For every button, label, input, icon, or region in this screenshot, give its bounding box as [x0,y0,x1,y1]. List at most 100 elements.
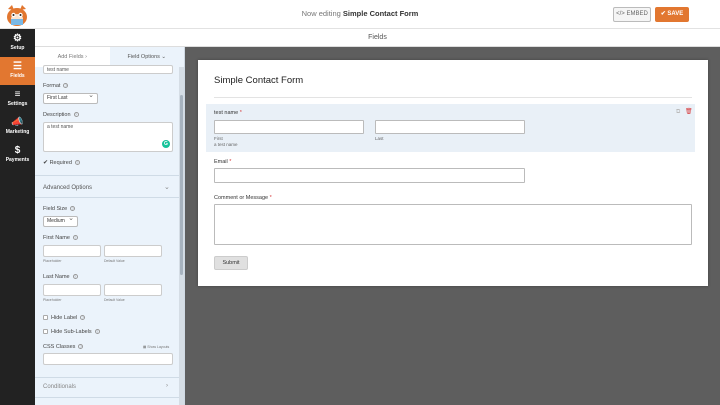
field-options-panel: Add Fields › Field Options ⌄ test name F… [35,47,185,405]
save-button[interactable]: ✔ SAVE [655,7,689,22]
hide-sublabels-text: Hide Sub-Labels [51,329,92,335]
divider [35,377,184,378]
megaphone-icon: 📣 [11,117,24,128]
save-label: SAVE [667,11,684,17]
embed-button[interactable]: </> EMBED [613,7,651,22]
required-mark: * [239,110,242,116]
advanced-options-toggle[interactable]: Advanced Options [43,185,92,191]
left-nav: ⚙ Setup ☰ Fields ≡ Settings 📣 Marketing … [0,29,35,405]
label-input[interactable]: test name [43,65,173,74]
top-bar: Now editing Simple Contact Form </> EMBE… [0,0,720,29]
divider [35,197,184,198]
description-label-text: Description [43,112,71,118]
help-icon: ? [78,344,84,350]
show-layouts-label: Show Layouts [147,345,170,349]
css-classes-input[interactable] [43,353,173,365]
check-icon: ✔ [43,160,49,166]
required-row[interactable]: ✔ Required? [43,159,80,166]
duplicate-icon[interactable]: ⧉ [676,109,682,115]
tab-add-fields[interactable]: Add Fields › [35,47,110,67]
tab-field-options[interactable]: Field Options ⌄ [109,47,184,67]
gear-icon: ⚙ [13,33,22,44]
first-name-input[interactable] [214,120,364,134]
nav-label-marketing: Marketing [5,129,30,135]
divider [35,175,184,176]
submit-button[interactable]: Submit [214,256,248,270]
format-label: Format? [43,83,69,89]
grammarly-icon[interactable]: G [162,140,170,148]
help-icon: ? [74,160,80,166]
first-sublabel: First [214,136,223,141]
form-preview: Simple Contact Form ⧉ 🗑 test name * Firs… [198,60,708,286]
email-input[interactable] [214,168,525,183]
css-classes-label-text: CSS Classes [43,344,76,350]
email-field-label: Email * [214,159,231,165]
hide-sublabels-checkbox[interactable] [43,329,48,335]
editing-prefix: Now editing [301,9,341,18]
description-label: Description? [43,112,79,118]
chevron-right-icon[interactable]: › [166,383,168,389]
field-size-select[interactable]: Medium [43,214,78,227]
nav-label-payments: Payments [5,157,30,163]
chevron-down-icon[interactable]: ⌄ [164,183,170,191]
email-label-text: Email [214,159,228,165]
field-size-label: Field Size? [43,206,76,212]
nav-item-setup[interactable]: ⚙ Setup [0,29,35,57]
editing-title: Now editing Simple Contact Form [0,9,720,18]
last-name-placeholder-input[interactable] [43,284,101,296]
trash-icon[interactable]: 🗑 [685,109,693,115]
css-classes-label: CSS Classes? [43,344,84,350]
format-select[interactable]: First Last [43,91,98,104]
placeholder-sublabel: Placeholder [43,298,62,302]
show-layouts-link[interactable]: ▦ Show Layouts [143,345,169,349]
embed-label: EMBED [626,11,648,17]
nav-item-marketing[interactable]: 📣 Marketing [0,113,35,141]
help-icon: ? [72,235,78,241]
fields-icon: ☰ [13,61,22,72]
help-icon: ? [63,83,69,89]
field-size-label-text: Field Size [43,206,68,212]
last-name-label: Last Name? [43,274,78,280]
comment-textarea[interactable] [214,204,692,245]
help-icon: ? [70,206,76,212]
section-header: Fields [35,29,720,47]
nav-item-fields[interactable]: ☰ Fields [0,57,35,85]
nav-item-payments[interactable]: $ Payments [0,141,35,169]
last-sublabel: Last [375,136,384,141]
check-icon: ✔ [660,11,666,17]
nav-label-fields: Fields [10,73,25,79]
hide-sublabels-row[interactable]: Hide Sub-Labels? [43,329,100,335]
comment-label-text: Comment or Message [214,195,269,201]
required-label: Required [49,160,72,166]
code-icon: </> [616,11,625,17]
conditionals-toggle[interactable]: Conditionals [43,384,76,390]
comment-field-label: Comment or Message * [214,195,272,201]
name-description: a test name [214,142,238,147]
first-name-label: First Name? [43,235,78,241]
help-icon: ? [73,112,79,118]
panel-scrollbar-thumb[interactable] [180,95,183,275]
last-name-label-text: Last Name [43,274,70,280]
description-textarea[interactable]: a test name [43,122,173,152]
first-name-placeholder-input[interactable] [43,245,101,257]
default-value-sublabel: Default Value [104,298,125,302]
help-icon: ? [94,329,100,335]
required-mark: * [269,195,272,201]
dollar-icon: $ [14,145,21,156]
form-title: Simple Contact Form [214,75,304,86]
hide-label-text: Hide Label [51,315,78,321]
required-mark: * [229,159,232,165]
last-name-default-input[interactable] [104,284,162,296]
divider [214,97,692,98]
nav-item-settings[interactable]: ≡ Settings [0,85,35,113]
first-name-default-input[interactable] [104,245,162,257]
last-name-input[interactable] [375,120,525,134]
divider [35,397,184,398]
format-label-text: Format [43,83,61,89]
hide-label-row[interactable]: Hide Label? [43,315,86,321]
placeholder-sublabel: Placeholder [43,259,62,263]
default-value-sublabel: Default Value [104,259,125,263]
name-field-label: test name * [214,110,242,116]
panel-tabs: Add Fields › Field Options ⌄ [35,47,184,67]
hide-label-checkbox[interactable] [43,315,48,321]
